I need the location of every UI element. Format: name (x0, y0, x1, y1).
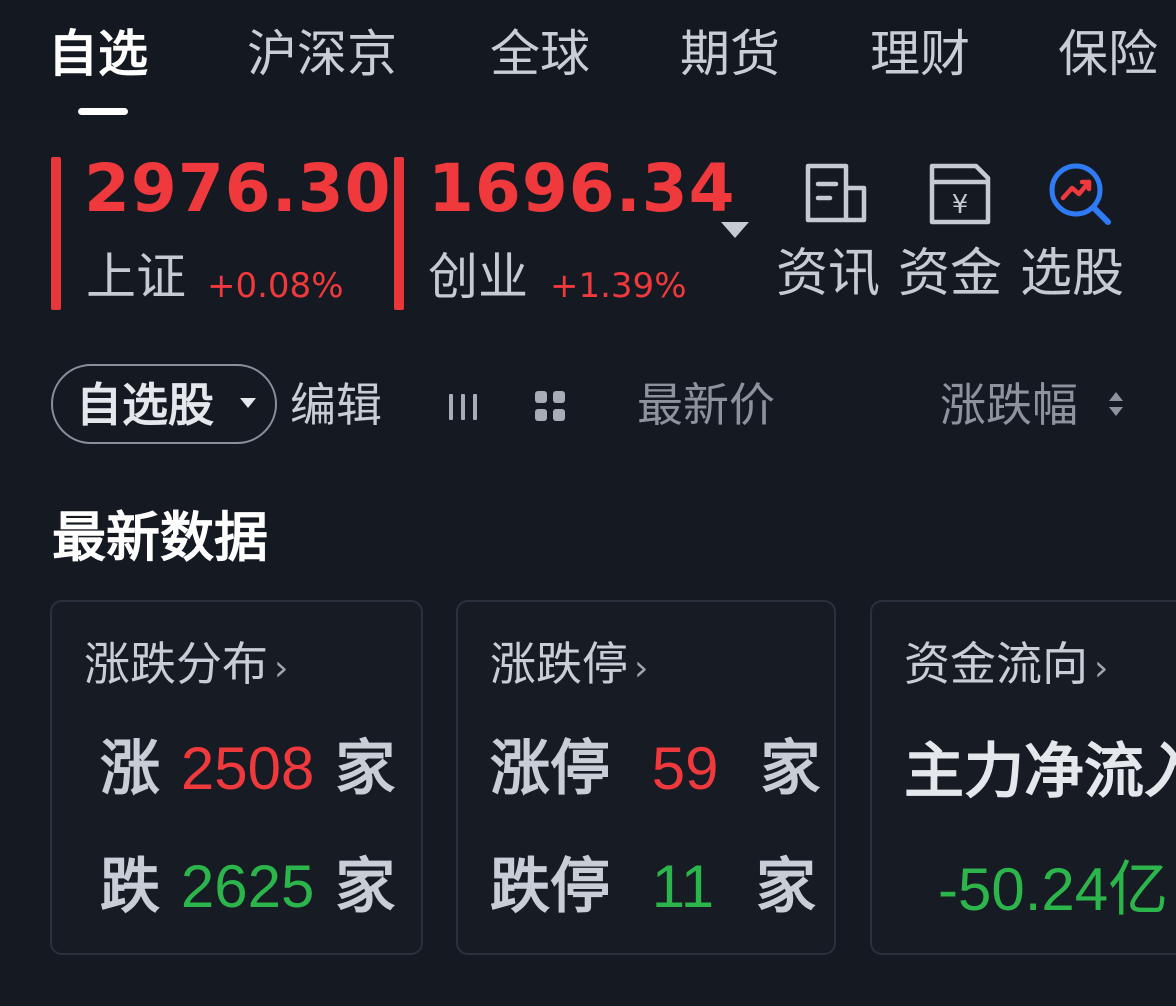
limit-down-count: 11 (651, 853, 715, 920)
card-title[interactable]: 资金流向 › (904, 636, 1108, 697)
chevron-right-icon: › (1094, 648, 1109, 689)
sort-icon[interactable] (1106, 386, 1126, 422)
card-title[interactable]: 涨跌停 › (490, 636, 648, 697)
main-net-inflow-value: -50.24亿 (938, 856, 1169, 923)
fall-count: 2625 (180, 853, 315, 920)
rise-count: 2508 (180, 735, 315, 802)
index-accent-bar (394, 157, 404, 310)
sse-index-change: +0.08% (207, 266, 344, 306)
stock-screener-icon[interactable] (1044, 158, 1116, 230)
column-header-change-pct[interactable]: 涨跌幅 (940, 376, 1078, 434)
sse-index-name: 上证 (86, 248, 186, 306)
index-accent-bar (51, 157, 61, 310)
news-document-icon[interactable] (800, 158, 872, 230)
watchlist-group-label[interactable]: 自选股 (76, 376, 214, 434)
tab-watchlist[interactable]: 自选 (48, 24, 148, 84)
edit-button[interactable]: 编辑 (290, 376, 382, 434)
card-capital-flow-viewport: 资金流向 › 主力净流入 -50.24亿 (870, 600, 1176, 955)
main-net-inflow-label: 主力净流入 (904, 737, 1176, 807)
limit-up-row: 涨停 59 家 (490, 734, 821, 804)
chinext-index-change: +1.39% (550, 266, 687, 306)
sse-index-value[interactable]: 2976.30 (84, 150, 392, 228)
chevron-right-icon: › (634, 648, 649, 689)
chevron-right-icon: › (274, 648, 289, 689)
tab-wealth[interactable]: 理财 (870, 24, 970, 84)
grid-view-icon[interactable] (532, 388, 568, 424)
limit-down-row: 跌停 11 家 (490, 852, 816, 922)
funds-label[interactable]: 资金 (898, 240, 1002, 308)
tab-insurance[interactable]: 保险 (1058, 24, 1158, 84)
fall-count-row: 跌 2625 家 (100, 852, 396, 922)
index-dropdown-caret-icon[interactable] (721, 222, 749, 238)
chinext-index-value[interactable]: 1696.34 (428, 150, 736, 228)
tab-global[interactable]: 全球 (490, 24, 590, 84)
limit-up-count: 59 (651, 735, 719, 802)
rise-count-row: 涨 2508 家 (100, 734, 396, 804)
column-header-latest-price[interactable]: 最新价 (637, 376, 775, 434)
tab-futures[interactable]: 期货 (680, 24, 780, 84)
list-view-icon[interactable] (446, 390, 480, 424)
news-label[interactable]: 资讯 (776, 240, 880, 308)
stock-screener-label[interactable]: 选股 (1020, 240, 1124, 308)
chevron-down-icon[interactable] (240, 398, 256, 408)
svg-text:¥: ¥ (952, 190, 969, 220)
card-title[interactable]: 涨跌分布 › (84, 636, 288, 697)
fund-yen-document-icon[interactable]: ¥ (924, 158, 996, 230)
active-tab-indicator (78, 108, 128, 115)
section-title-latest-data: 最新数据 (52, 506, 268, 569)
chinext-index-name: 创业 (428, 248, 528, 306)
tab-sh-sz-bj[interactable]: 沪深京 (247, 24, 397, 84)
